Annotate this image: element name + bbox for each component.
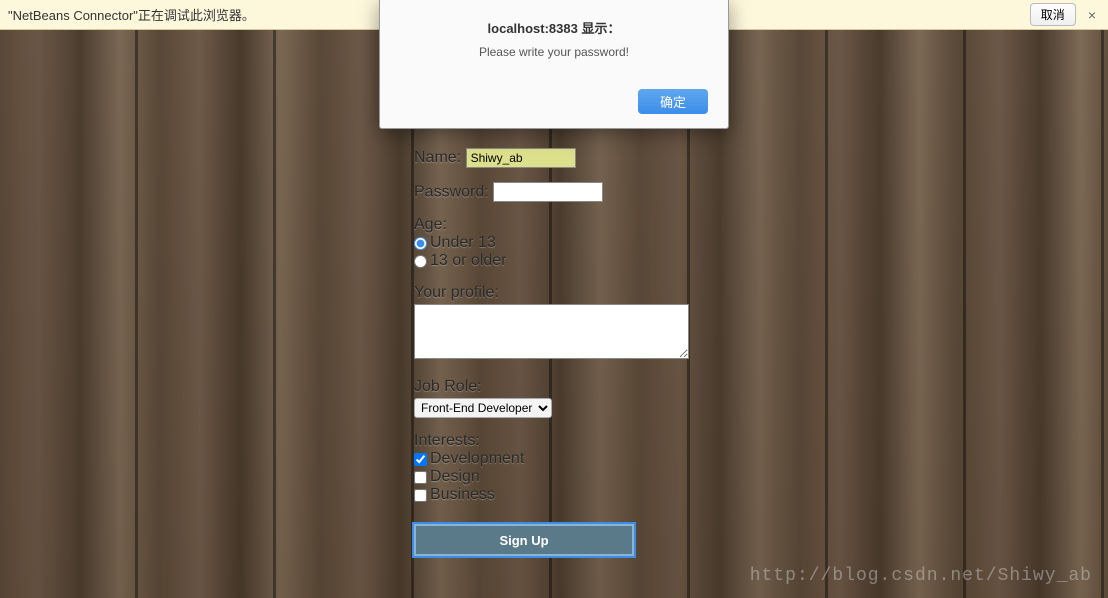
dialog-title: localhost:8383 显示： [400, 18, 708, 37]
name-label: Name: [414, 149, 461, 166]
cancel-button[interactable]: 取消 [1030, 3, 1076, 26]
interest-business-checkbox[interactable] [414, 489, 427, 502]
password-label: Password: [414, 184, 489, 201]
jobrole-label: Job Role: [414, 378, 694, 396]
ok-button[interactable]: 确定 [638, 89, 708, 114]
password-input[interactable] [493, 182, 603, 202]
interests-label: Interests: [414, 432, 694, 450]
interest-business-label: Business [430, 486, 495, 504]
name-input[interactable] [466, 148, 576, 168]
interest-design-label: Design [430, 468, 480, 486]
interest-development-label: Development [430, 450, 524, 468]
profile-label: Your profile: [414, 284, 694, 302]
jobrole-select[interactable]: Front-End Developer [414, 398, 552, 418]
interest-development-checkbox[interactable] [414, 453, 427, 466]
age-label: Age: [414, 216, 694, 234]
close-icon[interactable]: × [1084, 7, 1100, 23]
dialog-message: Please write your password! [400, 45, 708, 59]
watermark-text: http://blog.csdn.net/Shiwy_ab [750, 566, 1092, 586]
alert-dialog: localhost:8383 显示： Please write your pas… [379, 0, 729, 129]
age-older-radio[interactable] [414, 255, 427, 268]
signup-button[interactable]: Sign Up [414, 524, 634, 556]
age-older-label: 13 or older [430, 252, 507, 270]
profile-textarea[interactable] [414, 304, 689, 359]
age-under13-label: Under 13 [430, 234, 496, 252]
signup-form: Name: Password: Age: Under 13 13 or olde… [414, 148, 694, 556]
interest-design-checkbox[interactable] [414, 471, 427, 484]
age-under13-radio[interactable] [414, 237, 427, 250]
